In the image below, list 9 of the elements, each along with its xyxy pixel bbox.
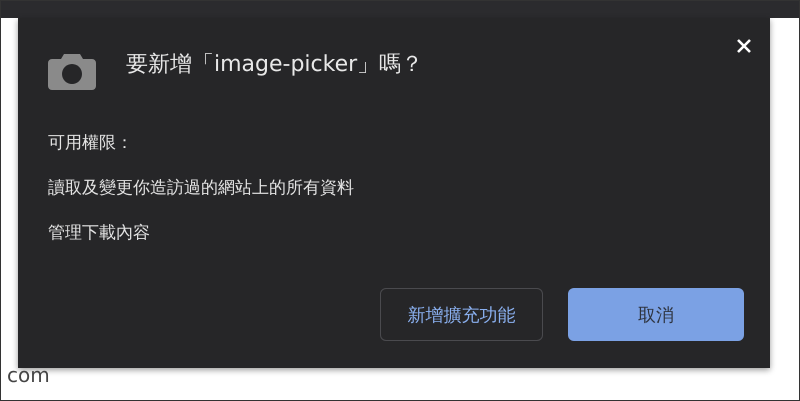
camera-icon	[48, 54, 96, 90]
permissions-heading: 可用權限：	[48, 132, 134, 155]
close-icon[interactable]	[736, 38, 752, 54]
page-text: com	[7, 363, 50, 387]
add-extension-button[interactable]: 新增擴充功能	[380, 288, 543, 341]
dialog-title: 要新增「image-picker」嗎？	[126, 51, 424, 79]
permission-text: 管理下載內容	[48, 222, 151, 245]
cancel-button[interactable]: 取消	[568, 288, 744, 341]
permission-text: 讀取及變更你造訪過的網站上的所有資料	[48, 177, 355, 200]
